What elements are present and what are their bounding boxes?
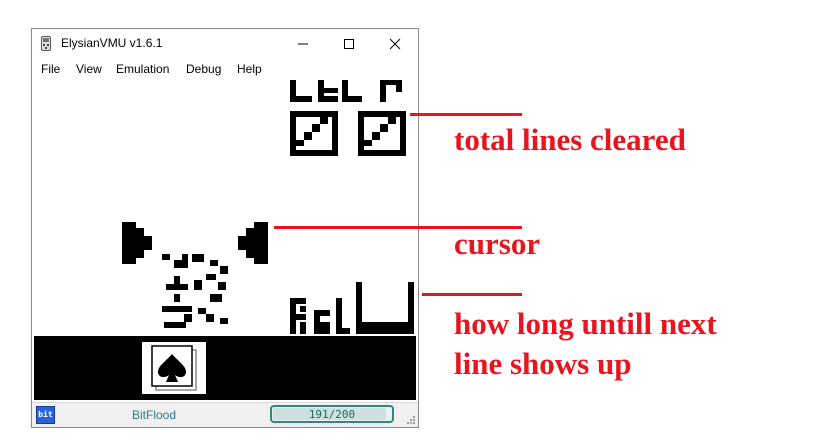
annotation-pointer-next-line <box>422 293 522 296</box>
menu-view[interactable]: View <box>76 62 102 76</box>
status-counter: 191/200 <box>270 405 394 423</box>
annotation-lines-cleared: total lines cleared <box>454 122 686 157</box>
status-bar: bit BitFlood 191/200 <box>32 402 418 427</box>
menu-help[interactable]: Help <box>237 62 262 76</box>
menu-bar: File View Emulation Debug Help <box>32 59 418 79</box>
cursor-right-arrow <box>238 222 268 264</box>
annotation-next-line-1: how long untill next <box>454 306 717 341</box>
resize-grip-icon[interactable] <box>406 415 416 425</box>
menu-file[interactable]: File <box>41 62 60 76</box>
next-line-timer-bar <box>356 282 414 334</box>
cursor-left-arrow <box>122 222 152 264</box>
spade-card-icon <box>142 342 206 394</box>
annotation-cursor: cursor <box>454 226 541 261</box>
close-icon <box>389 38 401 49</box>
minimize-icon <box>298 43 308 44</box>
game-name: BitFlood <box>132 408 177 422</box>
annotation-next-line-2: line shows up <box>454 346 632 381</box>
filled-lines-area <box>34 336 416 400</box>
lines-cleared-counter <box>290 111 406 156</box>
menu-emulation[interactable]: Emulation <box>116 62 169 76</box>
lines-label-glyphs <box>290 80 402 102</box>
status-counter-text: 191/200 <box>308 408 356 421</box>
window-title: ElysianVMU v1.6.1 <box>61 36 163 50</box>
block-pattern <box>162 254 228 328</box>
lcd-display <box>34 80 416 400</box>
game-screen[interactable] <box>34 80 416 400</box>
maximize-icon <box>344 38 354 49</box>
status-logo: bit <box>36 406 55 424</box>
annotation-pointer-lines-cleared <box>410 113 522 116</box>
page: ElysianVMU v1.6.1 File View Emulation De… <box>0 0 824 448</box>
close-button[interactable] <box>372 29 418 58</box>
maximize-button[interactable] <box>326 29 372 58</box>
next-line-timer-label <box>290 298 350 334</box>
title-bar[interactable]: ElysianVMU v1.6.1 <box>32 29 418 59</box>
vmu-device-icon <box>41 36 51 51</box>
minimize-button[interactable] <box>280 29 326 58</box>
menu-debug[interactable]: Debug <box>186 62 221 76</box>
